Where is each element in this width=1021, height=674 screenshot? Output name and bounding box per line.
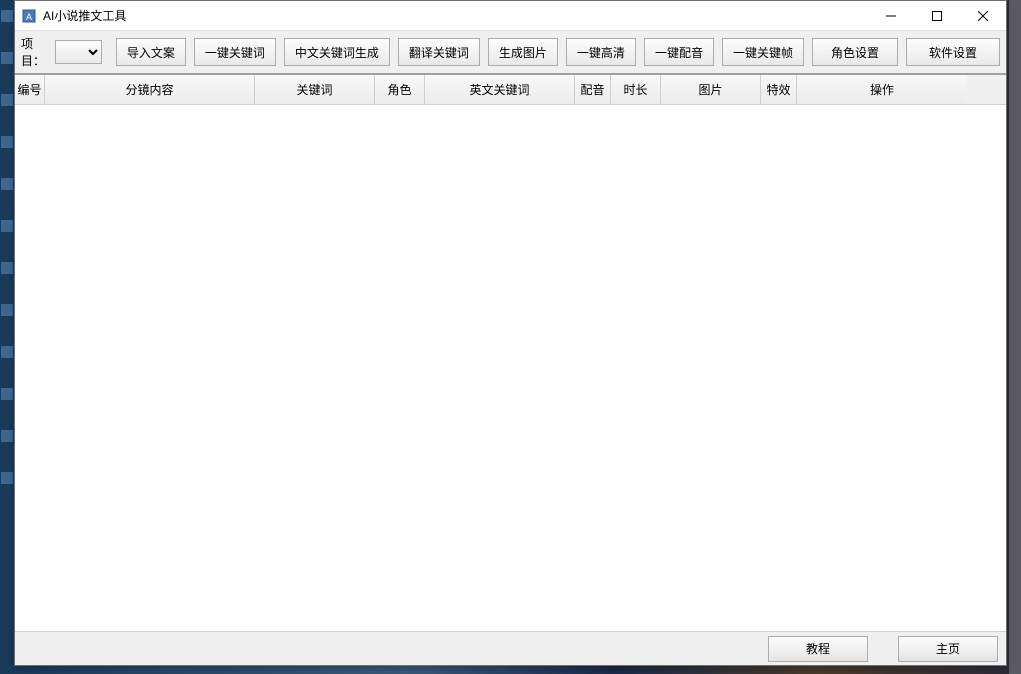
- titlebar: A AI小说推文工具: [15, 1, 1006, 31]
- translate-keyword-button[interactable]: 翻译关键词: [398, 38, 480, 66]
- main-content: 编号 分镜内容 关键词 角色 英文关键词 配音 时长 图片 特效 操作: [15, 75, 1006, 631]
- main-window: A AI小说推文工具 项目： 导入文案 一键关键词 中文关键词生成 翻译关键词 …: [14, 0, 1007, 666]
- desktop-icons-strip: [0, 0, 14, 674]
- th-duration[interactable]: 时长: [611, 75, 661, 104]
- toolbar: 项目： 导入文案 一键关键词 中文关键词生成 翻译关键词 生成图片 一键高清 一…: [15, 31, 1006, 75]
- home-button[interactable]: 主页: [898, 636, 998, 662]
- hd-button[interactable]: 一键高清: [566, 38, 636, 66]
- th-role[interactable]: 角色: [375, 75, 425, 104]
- th-keyword[interactable]: 关键词: [255, 75, 375, 104]
- bottom-bar: 教程 主页: [15, 631, 1006, 665]
- close-button[interactable]: [960, 1, 1006, 30]
- app-icon: A: [21, 8, 37, 24]
- tutorial-button[interactable]: 教程: [768, 636, 868, 662]
- th-audio[interactable]: 配音: [575, 75, 611, 104]
- project-select[interactable]: [55, 40, 102, 64]
- minimize-button[interactable]: [868, 1, 914, 30]
- keyframe-button[interactable]: 一键关键帧: [722, 38, 804, 66]
- th-content[interactable]: 分镜内容: [45, 75, 255, 104]
- role-settings-button[interactable]: 角色设置: [812, 38, 898, 66]
- keyword-button[interactable]: 一键关键词: [194, 38, 276, 66]
- right-edge-strip: [1009, 0, 1021, 674]
- svg-text:A: A: [26, 12, 32, 22]
- import-button[interactable]: 导入文案: [116, 38, 186, 66]
- table-body: [15, 105, 1006, 631]
- th-image[interactable]: 图片: [661, 75, 761, 104]
- th-id[interactable]: 编号: [15, 75, 45, 104]
- gen-image-button[interactable]: 生成图片: [488, 38, 558, 66]
- dub-button[interactable]: 一键配音: [644, 38, 714, 66]
- table-header: 编号 分镜内容 关键词 角色 英文关键词 配音 时长 图片 特效 操作: [15, 75, 1006, 105]
- th-action[interactable]: 操作: [797, 75, 967, 104]
- maximize-button[interactable]: [914, 1, 960, 30]
- th-en-keyword[interactable]: 英文关键词: [425, 75, 575, 104]
- project-label: 项目：: [21, 35, 45, 69]
- th-effect[interactable]: 特效: [761, 75, 797, 104]
- software-settings-button[interactable]: 软件设置: [906, 38, 1000, 66]
- window-title: AI小说推文工具: [43, 7, 868, 24]
- cn-keyword-gen-button[interactable]: 中文关键词生成: [284, 38, 390, 66]
